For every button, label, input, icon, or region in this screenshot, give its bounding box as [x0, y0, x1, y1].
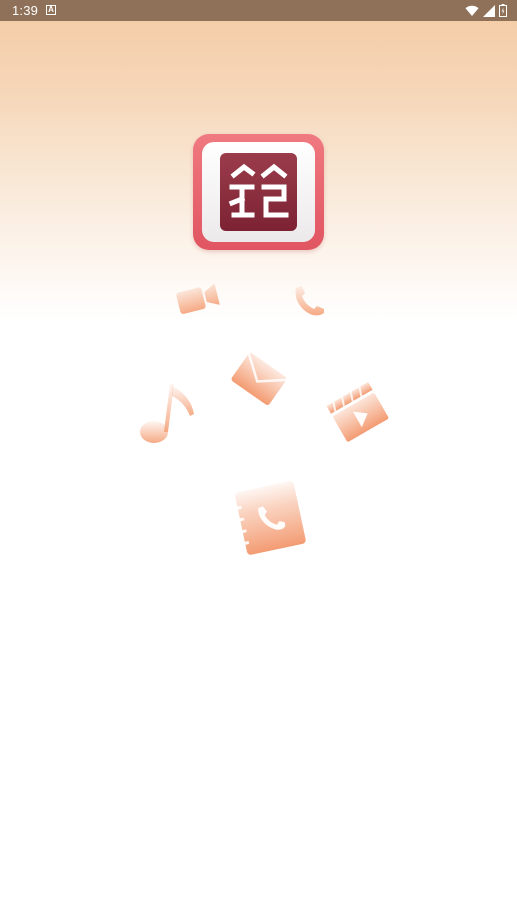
- battery-icon: [499, 4, 507, 17]
- app-logo-icon: [193, 134, 324, 250]
- signal-icon: [483, 4, 495, 17]
- a-box-icon: A: [46, 5, 56, 15]
- clapperboard-play-icon: [326, 381, 389, 442]
- status-icons: [465, 3, 507, 18]
- video-camera-icon: [176, 283, 220, 314]
- phone-handset-icon: [295, 286, 324, 316]
- contact-book-phone-icon: [233, 481, 306, 555]
- envelope-icon: [231, 353, 287, 405]
- music-note-icon: [140, 384, 194, 443]
- status-time: 1:39: [12, 3, 39, 18]
- logo-glyph-icon: [228, 163, 289, 218]
- splash-screen: 1:39 A: [0, 0, 517, 919]
- status-bar: 1:39 A: [0, 0, 517, 21]
- wifi-icon: [465, 5, 479, 16]
